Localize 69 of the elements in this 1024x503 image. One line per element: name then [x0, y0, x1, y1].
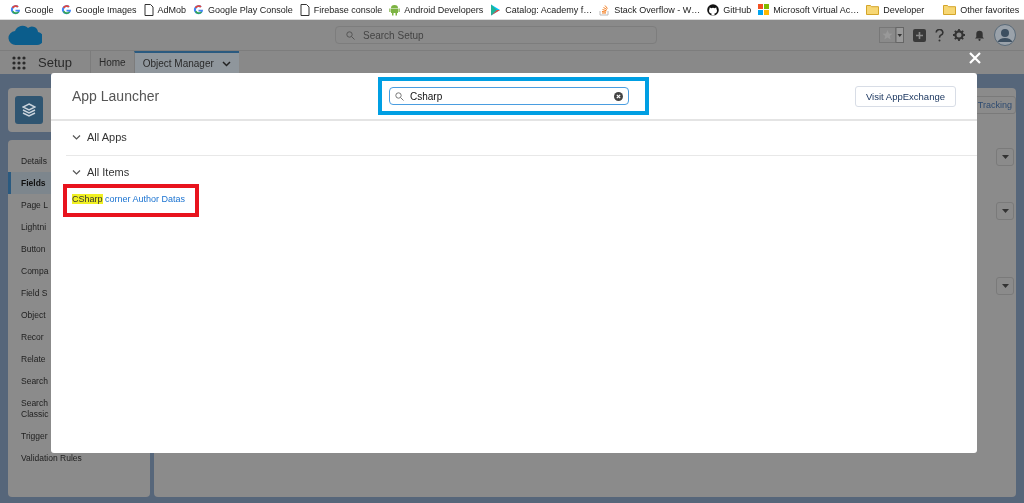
sidebar-item[interactable]: Lightni: [8, 216, 47, 238]
bookmark[interactable]: Android Developers: [385, 3, 487, 16]
help-icon[interactable]: [935, 28, 944, 42]
app-name: Setup: [38, 55, 72, 70]
stack-icon: [599, 3, 611, 16]
document-icon: [143, 3, 154, 16]
avatar[interactable]: [994, 24, 1016, 46]
sidebar-item[interactable]: Details: [8, 150, 47, 172]
google-icon: [193, 4, 205, 15]
bookmark[interactable]: Other favorites: [939, 4, 1023, 15]
android-icon: [389, 3, 401, 16]
bookmark[interactable]: Microsoft Virtual Ac…: [754, 4, 863, 15]
dropdown-button[interactable]: [996, 202, 1014, 220]
bell-icon[interactable]: [974, 29, 985, 41]
search-field[interactable]: Search Setup: [335, 26, 657, 44]
plus-icon[interactable]: [913, 28, 926, 42]
visit-appexchange-button[interactable]: Visit AppExchange: [854, 85, 956, 107]
dialog-title: App Launcher: [72, 88, 161, 104]
favorites-star-icon[interactable]: [879, 27, 904, 43]
sidebar-item[interactable]: Relate: [8, 348, 46, 370]
google-icon: [9, 4, 21, 15]
windows-icon: [758, 4, 770, 15]
sidebar-item[interactable]: Page L: [8, 194, 51, 216]
sidebar-item[interactable]: Field S: [8, 282, 51, 304]
google-icon: [60, 4, 72, 15]
sidebar-item[interactable]: Object: [8, 304, 46, 326]
folder-icon: [866, 4, 880, 15]
section-title: All Apps: [87, 131, 127, 143]
section-title: All Items: [87, 166, 130, 178]
document-icon: [299, 3, 310, 16]
folder-icon: [943, 4, 957, 15]
dropdown-button[interactable]: [996, 148, 1014, 166]
close-icon[interactable]: [969, 52, 981, 64]
caret-down-icon: [221, 60, 231, 67]
search-field[interactable]: Csharp: [389, 87, 629, 105]
chevron-down-icon[interactable]: [72, 132, 81, 142]
dropdown-button[interactable]: [996, 277, 1014, 295]
bookmark[interactable]: Google Images: [57, 4, 141, 15]
bookmark[interactable]: AdMob: [140, 3, 190, 16]
search-icon: [395, 91, 404, 101]
sidebar-item[interactable]: Button: [8, 238, 46, 260]
search-result-link[interactable]: CSharp corner Author Datas: [72, 194, 186, 204]
sidebar-item[interactable]: Validation Rules: [8, 447, 82, 469]
sidebar-item[interactable]: Fields: [8, 172, 51, 194]
bookmark[interactable]: Google: [6, 4, 58, 15]
search-icon: [346, 30, 355, 40]
caret-down-icon: [1001, 284, 1009, 288]
bookmark[interactable]: GitHub: [703, 3, 755, 16]
clear-icon[interactable]: [614, 91, 623, 101]
sidebar-item[interactable]: Search Classic: [8, 392, 51, 425]
layers-icon: [22, 103, 36, 117]
sidebar-item[interactable]: Recor: [8, 326, 44, 348]
bookmark[interactable]: Developer: [862, 4, 928, 15]
sidebar-item[interactable]: Search: [8, 370, 48, 392]
bookmark[interactable]: Firebase console: [296, 3, 386, 16]
play-icon: [490, 3, 502, 16]
bookmark[interactable]: Stack Overflow - W…: [595, 3, 704, 16]
chevron-down-icon[interactable]: [72, 167, 81, 177]
sidebar-item[interactable]: Trigger: [8, 425, 48, 447]
caret-down-icon: [1001, 209, 1009, 213]
caret-down-icon: [1001, 155, 1009, 159]
github-icon: [707, 3, 720, 16]
app-grid-icon[interactable]: [12, 55, 26, 70]
bookmark[interactable]: Google Play Console: [189, 4, 297, 15]
nav-tab[interactable]: Object Manager: [133, 51, 239, 74]
settings-icon[interactable]: [953, 29, 965, 41]
sidebar-item[interactable]: Compa: [8, 260, 49, 282]
cloud-logo: [8, 23, 42, 47]
bookmark[interactable]: Catalog: Academy f…: [486, 3, 596, 16]
